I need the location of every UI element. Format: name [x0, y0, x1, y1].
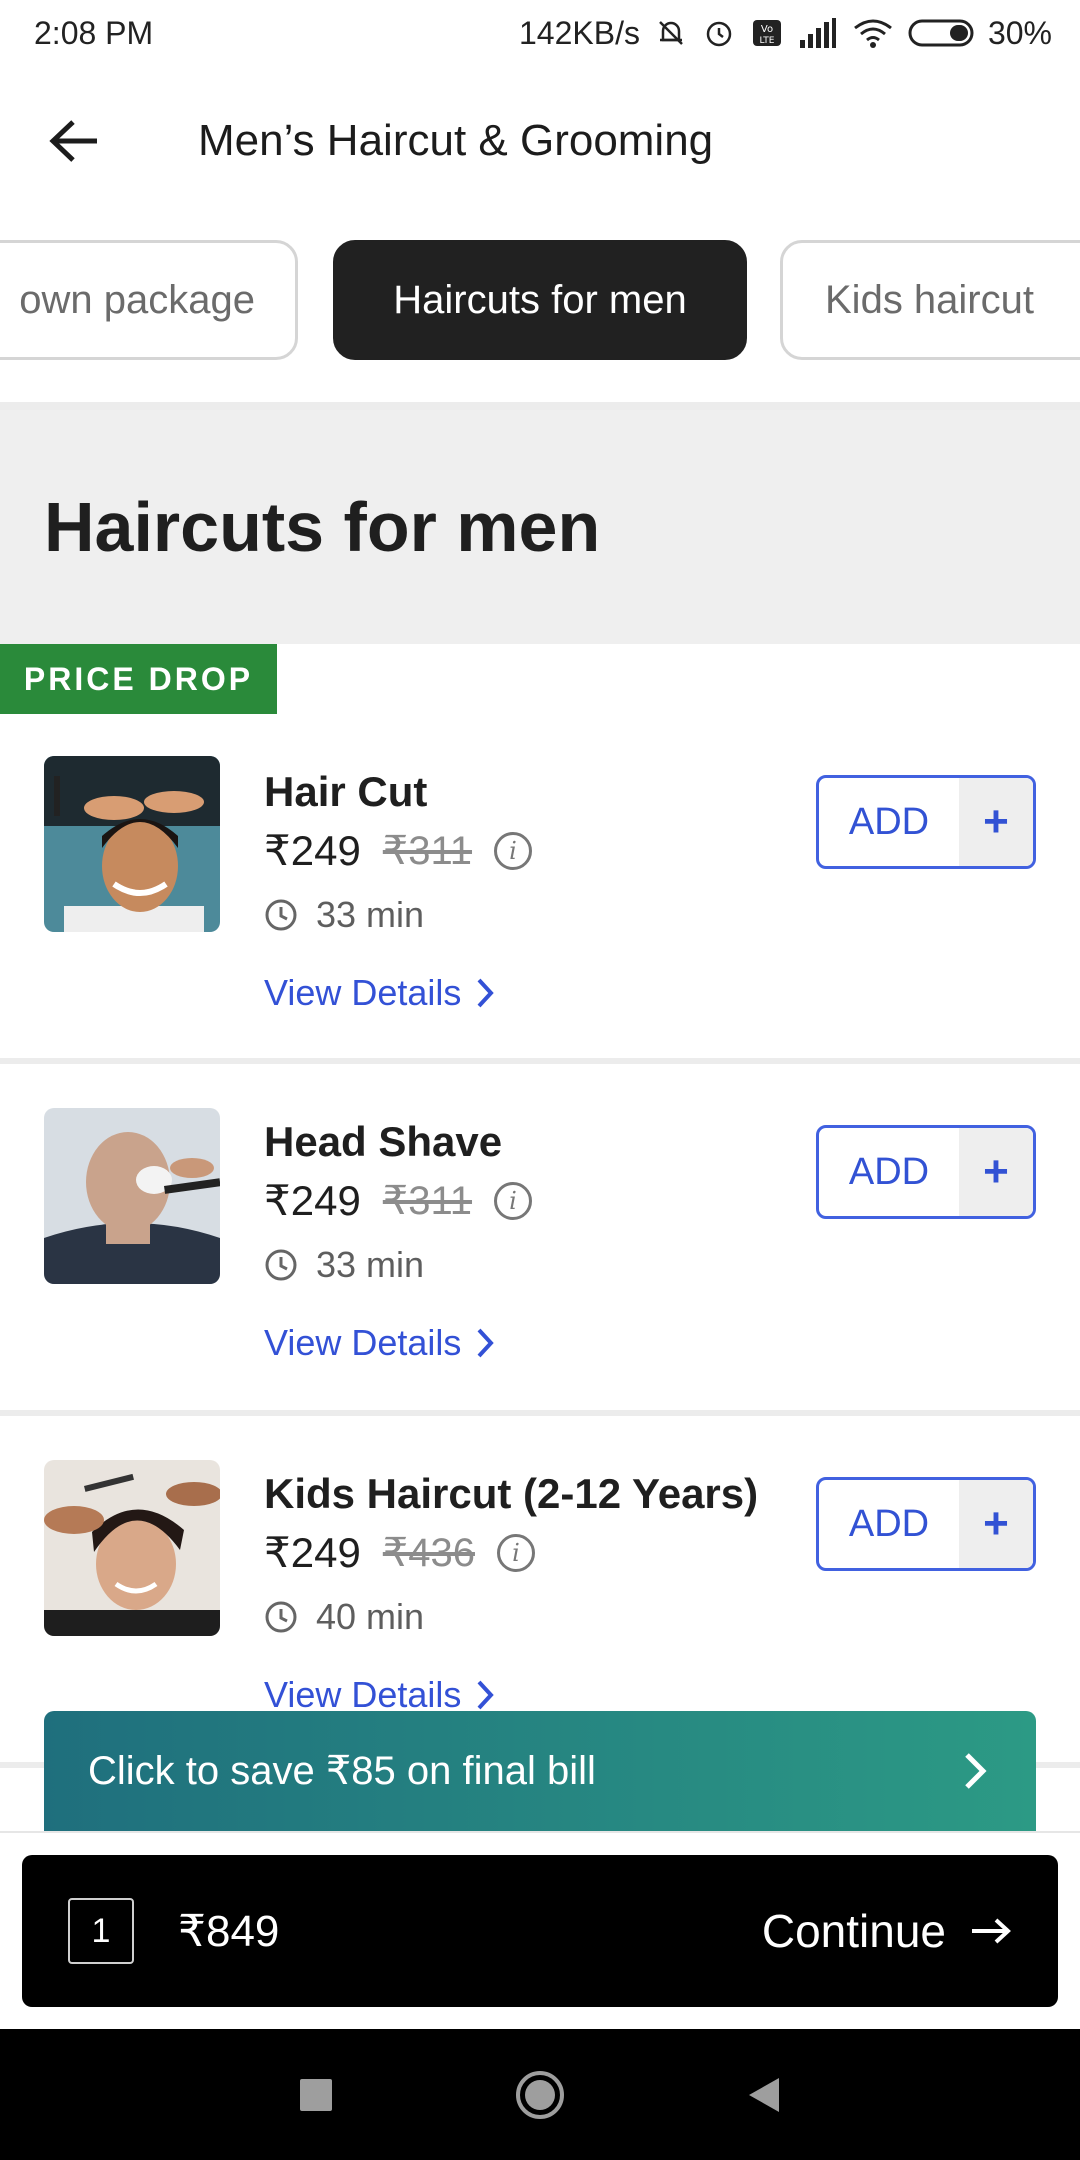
- status-bar: 2:08 PM 142KB/s Vo LTE 30%: [0, 0, 1080, 66]
- service-price: ₹249: [264, 827, 361, 874]
- plus-icon: +: [959, 778, 1033, 866]
- divider: [0, 402, 1080, 410]
- service-name: Hair Cut: [264, 768, 428, 815]
- chevron-right-icon: [965, 1753, 987, 1789]
- volte-icon: Vo LTE: [750, 16, 784, 50]
- chip-own-package[interactable]: own package: [0, 240, 298, 360]
- view-details-link[interactable]: View Details: [264, 972, 495, 1014]
- recents-button[interactable]: [204, 2078, 428, 2112]
- continue-bar[interactable]: 1 ₹849 Continue: [22, 1855, 1058, 2007]
- info-icon[interactable]: i: [496, 1533, 535, 1572]
- battery-icon: [908, 16, 974, 50]
- section-header: Haircuts for men: [0, 410, 1080, 644]
- service-name: Kids Haircut (2-12 Years): [264, 1470, 759, 1517]
- continue-button[interactable]: Continue: [762, 1904, 946, 1958]
- wifi-icon: [852, 16, 894, 50]
- service-price: ₹249: [264, 1177, 361, 1224]
- info-icon[interactable]: i: [494, 1181, 533, 1220]
- back-arrow-icon: [49, 120, 97, 162]
- page-title: Men’s Haircut & Grooming: [198, 116, 714, 165]
- service-image-hair-cut: [44, 756, 220, 932]
- app-header: Men’s Haircut & Grooming: [0, 66, 1080, 216]
- add-label: ADD: [848, 1502, 930, 1545]
- price-row: ₹249 ₹311 i: [264, 826, 533, 875]
- add-button[interactable]: ADD +: [816, 1477, 1036, 1571]
- square-icon: [300, 2078, 332, 2111]
- home-button[interactable]: [428, 2069, 652, 2121]
- triangle-back-icon: [749, 2077, 779, 2112]
- service-price: ₹249: [264, 1529, 361, 1576]
- price-drop-badge: PRICE DROP: [0, 644, 277, 714]
- add-label: ADD: [848, 800, 930, 843]
- signal-icon: [798, 16, 838, 50]
- back-button[interactable]: [0, 66, 150, 216]
- svg-text:LTE: LTE: [759, 36, 774, 46]
- duration-row: 33 min: [264, 894, 424, 936]
- chevron-right-icon: [477, 978, 495, 1008]
- savings-text: Click to save ₹85 on final bill: [88, 1749, 596, 1793]
- alarm-icon: [702, 16, 736, 50]
- service-item-head-shave: Head Shave ₹249 ₹311 i 33 min View Detai…: [0, 1064, 1080, 1416]
- cart-total: ₹849: [178, 1906, 280, 1956]
- clock-icon: [265, 1249, 297, 1281]
- section-title: Haircuts for men: [44, 488, 601, 566]
- plus-icon: +: [959, 1480, 1033, 1568]
- system-nav-bar: [0, 2029, 1080, 2160]
- add-label: ADD: [848, 1150, 930, 1193]
- svg-text:Vo: Vo: [761, 24, 773, 35]
- info-icon[interactable]: i: [494, 831, 533, 870]
- chip-haircuts-for-men[interactable]: Haircuts for men: [333, 240, 747, 360]
- view-details-label: View Details: [264, 1674, 462, 1715]
- service-old-price: ₹436: [382, 1530, 475, 1575]
- plus-icon: +: [959, 1128, 1033, 1216]
- service-duration: 40 min: [316, 1596, 425, 1637]
- back-nav-button[interactable]: [652, 2076, 876, 2114]
- duration-row: 40 min: [264, 1596, 424, 1638]
- chip-kids-haircut[interactable]: Kids haircut: [780, 240, 1080, 360]
- chevron-right-icon: [477, 1680, 495, 1710]
- service-image-kids-haircut: [44, 1460, 220, 1636]
- mute-icon: [654, 16, 688, 50]
- service-old-price: ₹311: [382, 828, 473, 873]
- add-button[interactable]: ADD +: [816, 1125, 1036, 1219]
- add-button[interactable]: ADD +: [816, 775, 1036, 869]
- price-row: ₹249 ₹436 i: [264, 1528, 535, 1577]
- view-details-link[interactable]: View Details: [264, 1674, 495, 1716]
- view-details-link[interactable]: View Details: [264, 1322, 495, 1364]
- status-icons: 142KB/s Vo LTE 30%: [519, 15, 1052, 52]
- service-duration: 33 min: [316, 1244, 425, 1285]
- service-name: Head Shave: [264, 1118, 503, 1165]
- duration-row: 33 min: [264, 1244, 424, 1286]
- savings-banner[interactable]: Click to save ₹85 on final bill: [44, 1711, 1036, 1831]
- service-image-head-shave: [44, 1108, 220, 1284]
- circle-icon: [516, 2070, 564, 2119]
- clock-icon: [265, 1601, 297, 1633]
- service-item-hair-cut: Hair Cut ₹249 ₹311 i 33 min View Details…: [0, 714, 1080, 1066]
- category-chips: own package Haircuts for men Kids haircu…: [0, 240, 1080, 364]
- view-details-label: View Details: [264, 1322, 462, 1363]
- arrow-right-icon: [970, 1916, 1012, 1946]
- network-speed: 142KB/s: [518, 14, 640, 51]
- status-time: 2:08 PM: [34, 14, 154, 51]
- cart-count: 1: [68, 1898, 134, 1964]
- price-row: ₹249 ₹311 i: [264, 1176, 533, 1225]
- clock-icon: [265, 899, 297, 931]
- battery-level: 30%: [987, 14, 1052, 51]
- chevron-right-icon: [477, 1328, 495, 1358]
- service-duration: 33 min: [316, 894, 425, 935]
- view-details-label: View Details: [264, 972, 462, 1013]
- service-old-price: ₹311: [382, 1178, 473, 1223]
